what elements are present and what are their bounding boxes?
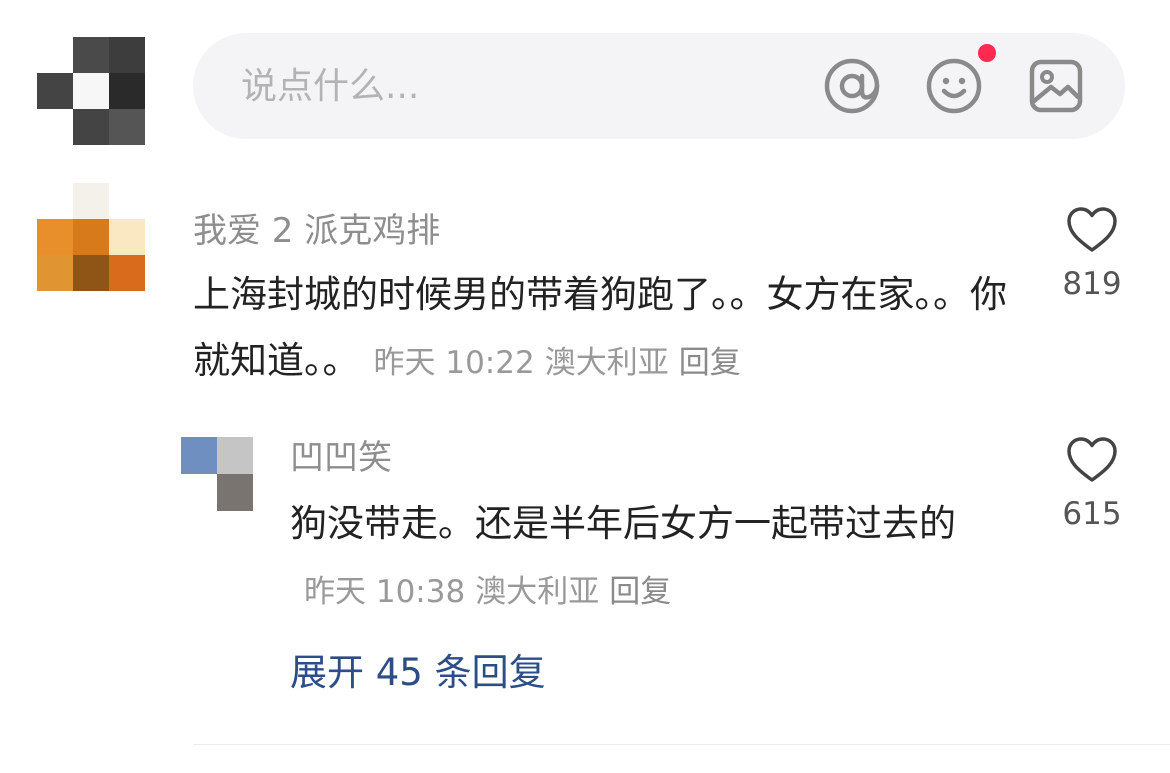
avatar[interactable]: [181, 437, 289, 511]
reply-button[interactable]: 回复: [609, 574, 671, 610]
heart-icon: [1067, 437, 1117, 482]
my-avatar[interactable]: [37, 37, 145, 145]
like-count: 615: [1062, 496, 1122, 532]
comment-input-placeholder: 说点什么...: [241, 66, 420, 107]
reply-meta: 昨天 10:38 澳大利亚 回复: [304, 574, 671, 610]
at-icon[interactable]: [823, 57, 881, 115]
like-button[interactable]: 615: [1037, 436, 1147, 534]
reply-location: 澳大利亚: [475, 574, 600, 610]
reply-body: 狗没带走。还是半年后女方一起带过去的昨天 10:38 澳大利亚 回复: [290, 491, 1010, 625]
reply-time: 昨天 10:38: [304, 574, 466, 610]
comment-input[interactable]: 说点什么...: [193, 33, 1125, 139]
reply-button[interactable]: 回复: [679, 345, 741, 381]
emoji-badge-dot: [978, 44, 996, 62]
comment-time: 昨天 10:22: [373, 345, 535, 381]
reply-username[interactable]: 凹凹笑: [290, 438, 392, 478]
emoji-icon[interactable]: [925, 57, 983, 115]
like-button[interactable]: 819: [1037, 206, 1147, 304]
comment-body: 上海封城的时候男的带着狗跑了。。女方在家。。你就知道。。 昨天 10:22 澳大利亚…: [193, 262, 1013, 396]
comment-meta: 昨天 10:22 澳大利亚 回复: [374, 345, 741, 381]
avatar[interactable]: [37, 183, 145, 291]
reply-text: 狗没带走。还是半年后女方一起带过去的: [290, 502, 956, 545]
comment-username[interactable]: 我爱 2 派克鸡排: [193, 211, 440, 251]
comment-location: 澳大利亚: [544, 345, 669, 381]
divider: [193, 744, 1170, 745]
image-icon[interactable]: [1027, 57, 1085, 115]
expand-replies-button[interactable]: 展开 45 条回复: [290, 650, 546, 696]
like-count: 819: [1062, 266, 1122, 302]
heart-icon: [1067, 207, 1117, 252]
